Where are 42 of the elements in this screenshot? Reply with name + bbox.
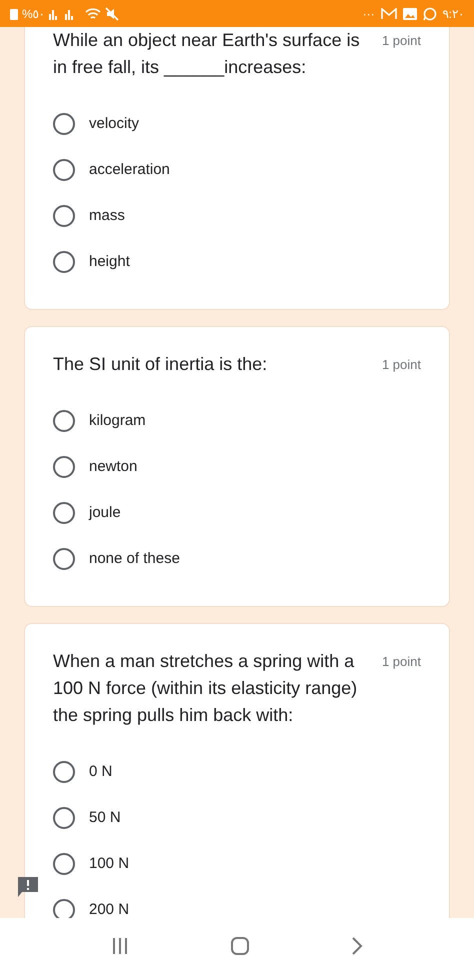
radio-button[interactable] [53, 807, 75, 829]
option-label: velocity [89, 114, 140, 134]
radio-button[interactable] [53, 548, 75, 570]
option-label: 0 N [89, 762, 112, 782]
radio-button[interactable] [53, 456, 75, 478]
battery-percent: %٥٠ [22, 6, 45, 22]
question-text: When a man stretches a spring with a 100 N force (within its elasticity range) the spring pulls him back with: [53, 650, 358, 727]
option-label: none of these [89, 548, 180, 569]
radio-button[interactable] [53, 159, 75, 181]
battery-icon [10, 8, 18, 20]
radio-button[interactable] [53, 113, 75, 135]
mute-icon [104, 6, 119, 20]
option-label: newton [89, 456, 138, 477]
points-label: 1 point [382, 356, 421, 374]
option-label: acceleration [89, 160, 170, 180]
image-icon [402, 8, 417, 20]
option-label: height [89, 252, 130, 272]
radio-button[interactable] [53, 251, 75, 273]
option-label: 200 N [89, 900, 130, 918]
back-icon[interactable] [351, 936, 364, 954]
clock: ٩:٢٠ [442, 6, 464, 22]
option-label: mass [89, 206, 125, 226]
option-label: joule [89, 502, 121, 523]
recent-apps-icon[interactable] [110, 936, 129, 954]
radio-button[interactable] [53, 853, 75, 875]
option-label: 50 N [89, 808, 121, 828]
radio-button[interactable] [53, 502, 75, 524]
home-icon[interactable] [230, 936, 250, 956]
radio-button[interactable] [53, 761, 75, 783]
points-label: 1 point [382, 32, 421, 50]
more-notifications: ··· [362, 6, 375, 22]
chat-icon [422, 6, 437, 20]
wifi-icon [84, 8, 101, 20]
points-label: 1 point [382, 653, 421, 671]
radio-button[interactable] [53, 410, 75, 432]
question-text: While an object near Earth's surface is in free fall, its ______increases: [53, 29, 361, 79]
mail-icon [380, 8, 397, 20]
option-label: kilogram [89, 410, 146, 431]
question-text: The SI unit of inertia is the: [53, 353, 268, 376]
feedback-icon[interactable] [16, 875, 40, 899]
option-label: 100 N [89, 854, 130, 874]
radio-button[interactable] [53, 205, 75, 227]
